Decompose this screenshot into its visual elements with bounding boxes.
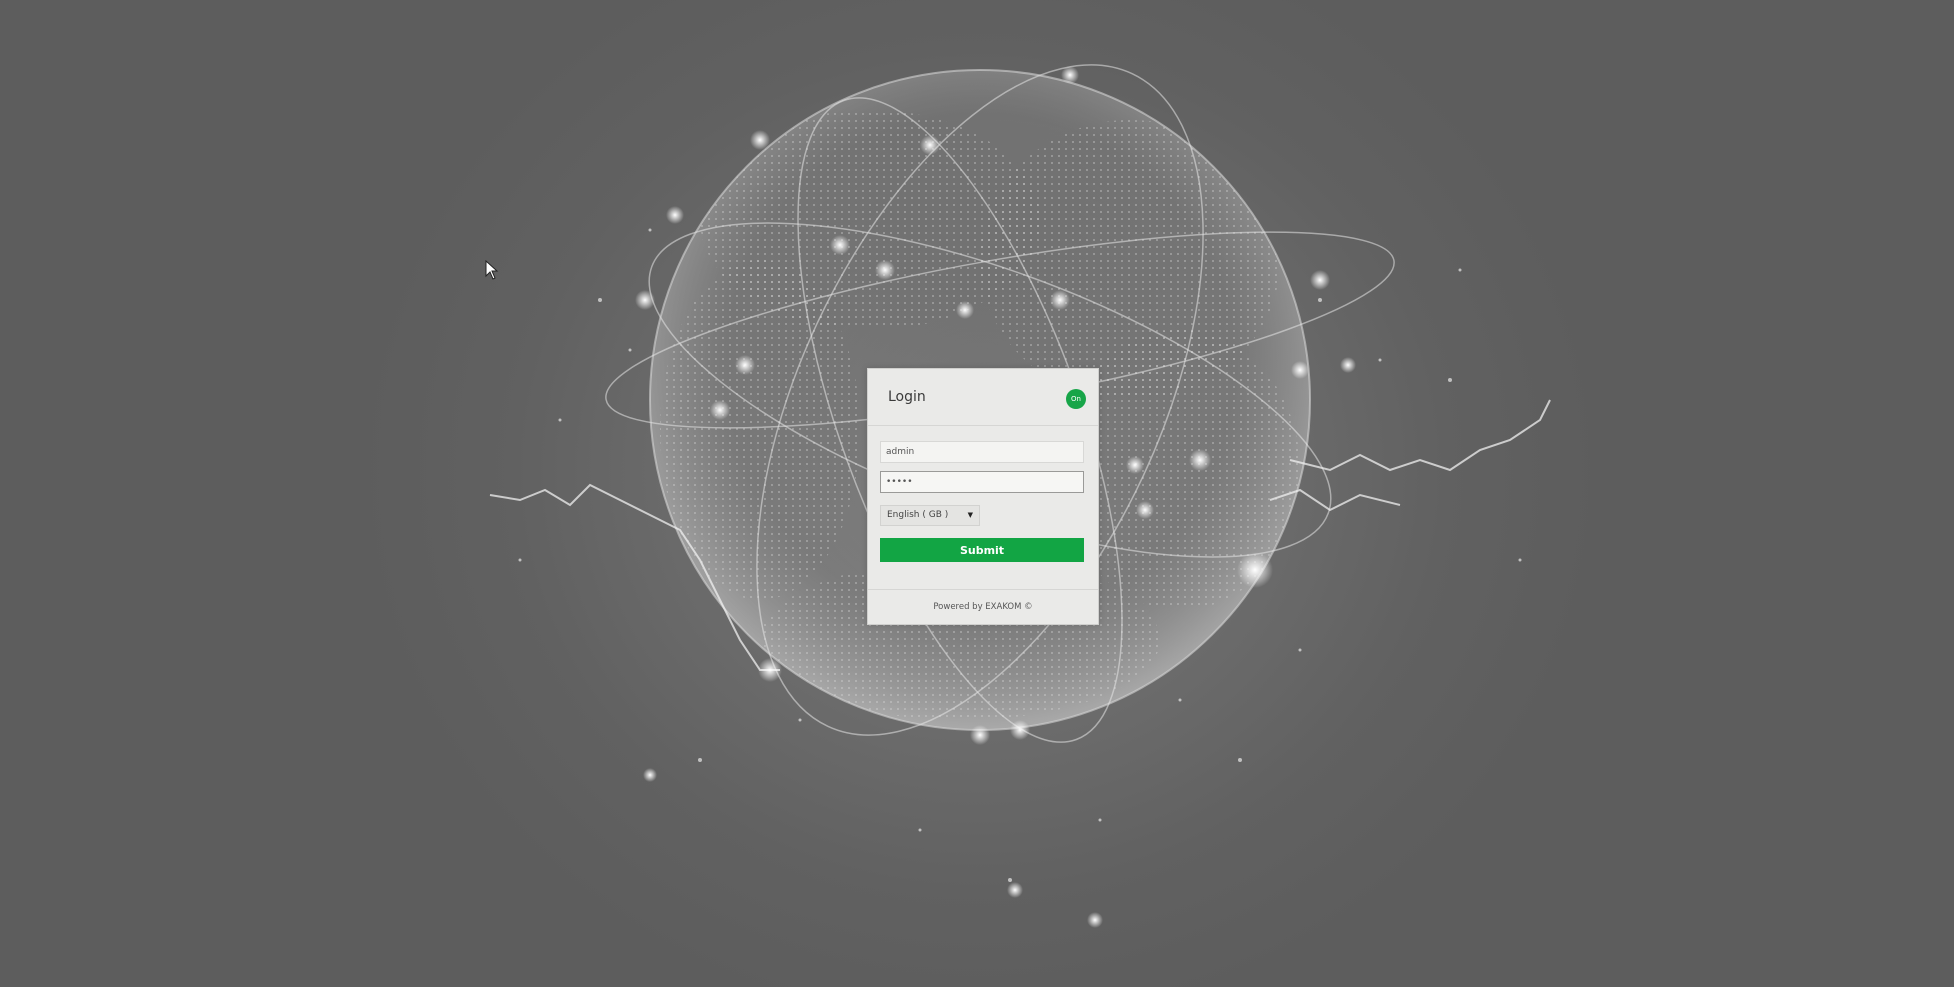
language-select-value: English ( GB ) <box>887 510 949 520</box>
password-input[interactable] <box>880 471 1084 493</box>
login-form: English ( GB ) ▼ Submit <box>868 426 1098 562</box>
status-badge: On <box>1066 389 1086 409</box>
login-title: Login <box>888 389 926 405</box>
language-select[interactable]: English ( GB ) ▼ <box>880 505 980 526</box>
powered-by-footer: Powered by EXAKOM © <box>868 589 1098 624</box>
username-input[interactable] <box>880 441 1084 463</box>
mouse-pointer-icon <box>485 260 499 280</box>
triangle-down-icon: ▼ <box>967 511 973 519</box>
login-panel: Login On English ( GB ) ▼ Submit Powered… <box>867 368 1099 625</box>
login-panel-header: Login On <box>868 369 1098 426</box>
login-page: Login On English ( GB ) ▼ Submit Powered… <box>0 0 1954 987</box>
submit-button[interactable]: Submit <box>880 538 1084 562</box>
